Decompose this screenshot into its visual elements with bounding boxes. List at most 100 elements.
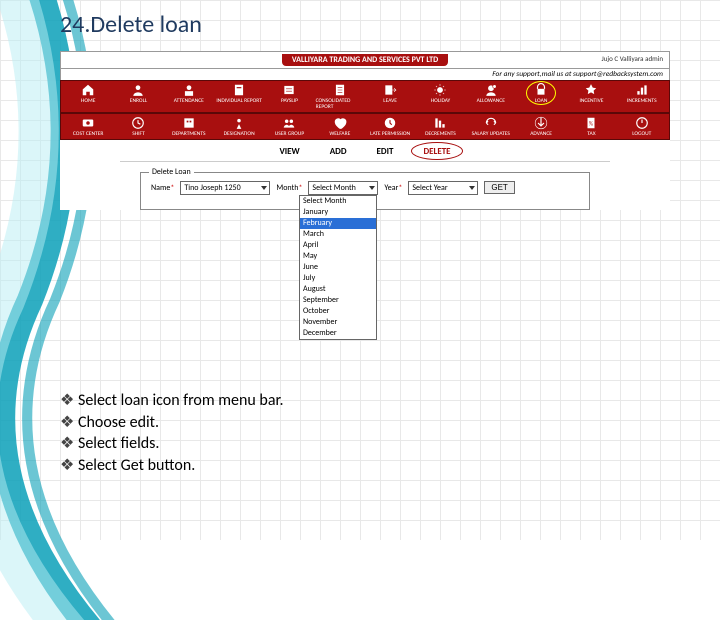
year-label: Year* <box>384 181 402 193</box>
menu-item-label: WELFARE <box>329 131 350 137</box>
instruction-item: Choose edit. <box>60 412 700 434</box>
ugroup-icon <box>282 116 296 130</box>
month-option[interactable]: July <box>300 273 376 284</box>
tab-add[interactable]: ADD <box>330 146 347 157</box>
menu-bar-row-2: COST CENTER SHIFT DEPARTMENTS DESIGNATION US… <box>60 113 670 140</box>
month-select[interactable]: Select Month <box>308 181 378 195</box>
advance-icon <box>534 116 548 130</box>
month-option[interactable]: February <box>300 218 376 229</box>
svg-text:%: % <box>589 119 593 127</box>
name-label: Name* <box>151 181 174 193</box>
increments-icon <box>635 83 649 97</box>
menu-item-attendance[interactable]: ATTENDANCE <box>165 83 213 110</box>
salary-icon <box>484 116 498 130</box>
month-option[interactable]: March <box>300 229 376 240</box>
tab-bar: VIEW ADD EDIT DELETE <box>120 140 610 162</box>
payslip-icon <box>282 83 296 97</box>
get-button[interactable]: GET <box>484 181 514 194</box>
name-select[interactable]: Tino Joseph 1250 <box>180 181 270 195</box>
menu-item-label: INDIVIDUAL REPORT <box>216 98 262 104</box>
menu-item-label: ENROLL <box>130 98 147 104</box>
instruction-item: Select fields. <box>60 433 700 455</box>
menu-item-leave[interactable]: LEAVE <box>366 83 414 110</box>
instruction-bullets: Select loan icon from menu bar.Choose ed… <box>60 390 700 476</box>
user-info: Jujo C Valliyara admin <box>602 54 663 63</box>
menu-item-welfare[interactable]: WELFARE <box>316 116 364 137</box>
tab-view[interactable]: VIEW <box>279 146 299 157</box>
menu-item-label: DESIGNATION <box>224 131 255 137</box>
menu-item-report[interactable]: INDIVIDUAL REPORT <box>215 83 263 110</box>
month-option[interactable]: October <box>300 306 376 317</box>
home-icon <box>81 83 95 97</box>
tax-icon: % <box>584 116 598 130</box>
menu-item-label: LATE PERMISSION <box>370 131 410 137</box>
menu-item-label: DEPARTMENTS <box>172 131 205 137</box>
menu-item-label: SHIFT <box>132 131 145 137</box>
dept-icon <box>182 116 196 130</box>
menu-item-label: SALARY UPDATES <box>472 131 510 137</box>
menu-item-late[interactable]: LATE PERMISSION <box>366 116 414 137</box>
year-select[interactable]: Select Year <box>408 181 478 195</box>
menu-item-decr[interactable]: DECREMENTS <box>416 116 464 137</box>
leave-icon <box>383 83 397 97</box>
menu-bar-row-1: HOME ENROLL ATTENDANCEINDIVIDUAL REPORT PAY… <box>60 80 670 113</box>
menu-item-logout[interactable]: LOGOUT <box>618 116 666 137</box>
month-option[interactable]: November <box>300 317 376 328</box>
loan-icon <box>534 83 548 97</box>
month-option[interactable]: December <box>300 328 376 339</box>
menu-item-incentive[interactable]: INCENTIVE <box>567 83 615 110</box>
logout-icon <box>635 116 649 130</box>
month-option[interactable]: Select Month <box>300 196 376 207</box>
fieldset-legend: Delete Loan <box>149 167 194 177</box>
month-option[interactable]: June <box>300 262 376 273</box>
instruction-item: Select Get button. <box>60 455 700 477</box>
support-text: For any support,mail us at support@redba… <box>60 69 670 80</box>
company-name: VALLIYARA TRADING AND SERVICES PVT LTD <box>282 54 448 66</box>
menu-item-dept[interactable]: DEPARTMENTS <box>165 116 213 137</box>
menu-item-cost[interactable]: COST CENTER <box>64 116 112 137</box>
menu-item-enroll[interactable]: ENROLL <box>114 83 162 110</box>
enroll-icon <box>131 83 145 97</box>
month-option[interactable]: May <box>300 251 376 262</box>
menu-item-label: LOGOUT <box>632 131 651 137</box>
menu-item-shift[interactable]: SHIFT <box>114 116 162 137</box>
creport-icon <box>333 83 347 97</box>
attendance-icon <box>182 83 196 97</box>
menu-item-desig[interactable]: DESIGNATION <box>215 116 263 137</box>
menu-item-ugroup[interactable]: USER GROUP <box>265 116 313 137</box>
app-screenshot: VALLIYARA TRADING AND SERVICES PVT LTD J… <box>60 51 670 210</box>
menu-item-increments[interactable]: INCREMENTS <box>618 83 666 110</box>
report-icon <box>232 83 246 97</box>
month-option[interactable]: August <box>300 284 376 295</box>
allowance-icon <box>484 83 498 97</box>
menu-item-creport[interactable]: CONSOLIDATED REPORT <box>316 83 364 110</box>
menu-item-label: LOAN <box>535 98 548 104</box>
menu-item-label: CONSOLIDATED REPORT <box>316 98 364 110</box>
tab-delete[interactable]: DELETE <box>423 146 450 157</box>
menu-item-label: HOME <box>81 98 95 104</box>
slide-title: 24.Delete loan <box>60 10 700 39</box>
menu-item-tax[interactable]: %TAX <box>567 116 615 137</box>
menu-item-label: HOLIDAY <box>431 98 451 104</box>
menu-item-label: USER GROUP <box>275 131 304 137</box>
month-option[interactable]: September <box>300 295 376 306</box>
desig-icon <box>232 116 246 130</box>
month-dropdown[interactable]: Select MonthJanuaryFebruaryMarchAprilMay… <box>299 195 377 340</box>
month-option[interactable]: April <box>300 240 376 251</box>
menu-item-advance[interactable]: ADVANCE <box>517 116 565 137</box>
menu-item-label: INCENTIVE <box>579 98 603 104</box>
month-option[interactable]: January <box>300 207 376 218</box>
menu-item-holiday[interactable]: HOLIDAY <box>416 83 464 110</box>
menu-item-salary[interactable]: SALARY UPDATES <box>467 116 515 137</box>
holiday-icon <box>433 83 447 97</box>
menu-item-label: LEAVE <box>383 98 397 104</box>
welfare-icon <box>333 116 347 130</box>
late-icon <box>383 116 397 130</box>
menu-item-payslip[interactable]: PAYSLIP <box>265 83 313 110</box>
menu-item-loan[interactable]: LOAN <box>517 83 565 110</box>
menu-item-home[interactable]: HOME <box>64 83 112 110</box>
tab-edit[interactable]: EDIT <box>377 146 394 157</box>
menu-item-label: PAYSLIP <box>281 98 298 104</box>
menu-item-label: ADVANCE <box>530 131 552 137</box>
menu-item-allowance[interactable]: ALLOWANCE <box>467 83 515 110</box>
